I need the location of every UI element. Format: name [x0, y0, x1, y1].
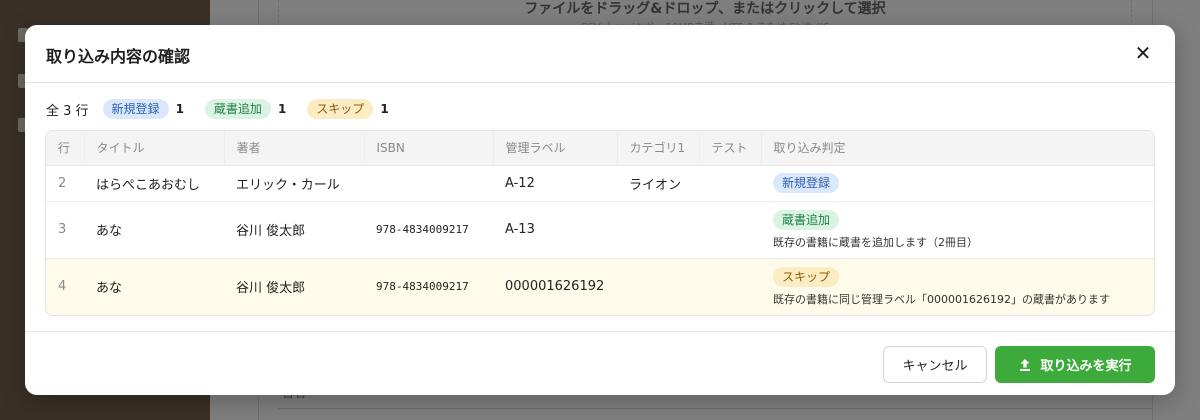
- cell-isbn: 978-4834009217: [364, 200, 493, 258]
- cell-category: ライオン: [617, 164, 699, 201]
- import-confirm-dialog: 取り込み内容の確認 ✕ 全 3 行 新規登録 1 蔵書追加 1 スキップ 1 行…: [25, 25, 1175, 395]
- cell-category: [617, 257, 699, 315]
- run-import-button[interactable]: 取り込みを実行: [995, 346, 1155, 383]
- dropzone-title: ファイルをドラッグ&ドロップ、またはクリックして選択: [524, 1, 886, 17]
- column-header-author: 著者: [224, 131, 365, 165]
- cell-verdict: 新規登録: [761, 164, 1154, 201]
- import-summary: 全 3 行 新規登録 1 蔵書追加 1 スキップ 1: [46, 98, 410, 120]
- cell-isbn: [364, 164, 493, 201]
- verdict-badge: 新規登録: [773, 173, 840, 193]
- add-count: 1: [277, 102, 287, 116]
- column-header-row: 行: [46, 131, 85, 165]
- cell-label: A-12: [493, 164, 617, 201]
- upload-icon: [1020, 358, 1031, 371]
- close-icon[interactable]: ✕: [1131, 41, 1155, 65]
- cell-isbn: 978-4834009217: [364, 257, 493, 315]
- column-header-category: カテゴリ1: [617, 131, 700, 165]
- cell-title: あな: [84, 200, 224, 258]
- cell-test: [699, 257, 761, 315]
- cell-row: 4: [46, 257, 84, 315]
- new-badge: 新規登録: [102, 99, 169, 119]
- column-header-title: タイトル: [84, 131, 225, 165]
- cell-verdict: スキップ 既存の書籍に同じ管理ラベル「000001626192」の蔵書があります: [761, 257, 1154, 315]
- preview-table: 行 タイトル 著者 ISBN 管理ラベル カテゴリ1 テスト 取り込み判定 2 …: [45, 130, 1155, 316]
- cell-category: [617, 200, 699, 258]
- verdict-badge: スキップ: [773, 266, 840, 287]
- cell-label: A-13: [493, 200, 617, 258]
- verdict-badge: 蔵書追加: [773, 209, 840, 230]
- dialog-footer: キャンセル 取り込みを実行: [25, 331, 1175, 395]
- cell-verdict: 蔵書追加 既存の書籍に蔵書を追加します（2冊目）: [761, 200, 1154, 258]
- cell-row: 3: [46, 200, 84, 258]
- total-rows: 全 3 行: [46, 103, 89, 119]
- cell-author: エリック・カール: [224, 164, 364, 201]
- cell-author: 谷川 俊太郎: [224, 257, 364, 315]
- skip-badge: スキップ: [307, 99, 374, 119]
- table-row: 3 あな 谷川 俊太郎 978-4834009217 A-13 蔵書追加 既存の…: [46, 200, 1154, 258]
- cell-title: はらぺこあおむし: [84, 164, 224, 201]
- cell-title: あな: [84, 257, 224, 315]
- column-header-verdict: 取り込み判定: [761, 131, 1154, 165]
- cell-row: 2: [46, 164, 84, 201]
- new-count: 1: [175, 102, 184, 116]
- add-badge: 蔵書追加: [204, 99, 271, 119]
- table-header-row: 行 タイトル 著者 ISBN 管理ラベル カテゴリ1 テスト 取り込み判定: [46, 131, 1154, 165]
- background-divider: [278, 408, 1152, 409]
- cell-label: 000001626192: [493, 257, 617, 315]
- cell-test: [699, 164, 761, 201]
- dialog-header: 取り込み内容の確認 ✕: [25, 25, 1175, 83]
- table-row: 2 はらぺこあおむし エリック・カール A-12 ライオン 新規登録: [46, 164, 1154, 201]
- cell-author: 谷川 俊太郎: [224, 200, 364, 258]
- table-row: 4 あな 谷川 俊太郎 978-4834009217 000001626192 …: [46, 257, 1154, 315]
- cancel-button[interactable]: キャンセル: [883, 346, 987, 383]
- column-header-isbn: ISBN: [364, 131, 494, 165]
- run-import-label: 取り込みを実行: [1040, 359, 1132, 374]
- column-header-test: テスト: [699, 131, 762, 165]
- column-header-label: 管理ラベル: [493, 131, 618, 165]
- verdict-note: 既存の書籍に同じ管理ラベル「000001626192」の蔵書があります: [773, 292, 1110, 306]
- dialog-title: 取り込み内容の確認: [46, 47, 191, 66]
- skip-count: 1: [380, 102, 389, 116]
- verdict-note: 既存の書籍に蔵書を追加します（2冊目）: [773, 235, 978, 249]
- cell-test: [699, 200, 761, 258]
